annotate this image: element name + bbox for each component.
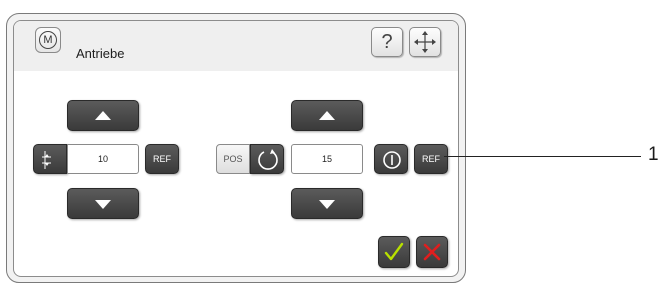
arrow-down-icon bbox=[319, 199, 335, 209]
rotate-button[interactable] bbox=[250, 144, 284, 174]
power-toggle-icon bbox=[383, 151, 401, 169]
question-mark-icon: ? bbox=[381, 31, 393, 53]
page-title: Antriebe bbox=[76, 46, 125, 61]
mode-letter: M bbox=[39, 31, 57, 49]
help-button[interactable]: ? bbox=[371, 27, 403, 57]
pos-label: POS bbox=[223, 154, 243, 164]
arrow-down-icon bbox=[95, 199, 111, 209]
power-button[interactable] bbox=[374, 144, 408, 174]
callout-line bbox=[444, 156, 641, 157]
right-ref-label: REF bbox=[422, 154, 440, 164]
right-up-button[interactable] bbox=[291, 100, 363, 131]
left-ref-label: REF bbox=[153, 154, 171, 164]
right-value-field[interactable]: 15 bbox=[291, 144, 363, 174]
x-close-icon bbox=[423, 243, 441, 261]
left-value-field[interactable]: 10 bbox=[67, 144, 139, 174]
right-value: 15 bbox=[321, 154, 332, 164]
length-dimension-icon bbox=[42, 151, 51, 169]
mode-m-icon[interactable]: M bbox=[35, 27, 61, 53]
move-button[interactable] bbox=[409, 27, 441, 57]
length-mode-button[interactable] bbox=[33, 144, 67, 174]
dialog-header: M Antriebe ? bbox=[14, 21, 458, 71]
pos-button[interactable]: POS bbox=[216, 144, 250, 174]
dialog-frame: M Antriebe ? 10 REF POS 15 REF bbox=[6, 13, 466, 283]
move-arrows-icon bbox=[414, 31, 436, 53]
left-up-button[interactable] bbox=[67, 100, 139, 131]
arrow-up-icon bbox=[319, 110, 335, 120]
dialog-panel: M Antriebe ? 10 REF POS 15 REF bbox=[13, 20, 459, 277]
checkmark-icon bbox=[384, 242, 404, 261]
rotate-circle-icon bbox=[258, 149, 278, 170]
cancel-button[interactable] bbox=[416, 236, 448, 268]
right-down-button[interactable] bbox=[291, 188, 363, 219]
callout-number: 1 bbox=[648, 144, 659, 165]
ok-button[interactable] bbox=[378, 236, 410, 268]
left-down-button[interactable] bbox=[67, 188, 139, 219]
left-ref-button[interactable]: REF bbox=[145, 144, 179, 174]
right-ref-button[interactable]: REF bbox=[414, 144, 448, 174]
arrow-up-icon bbox=[95, 110, 111, 120]
left-value: 10 bbox=[97, 154, 108, 164]
